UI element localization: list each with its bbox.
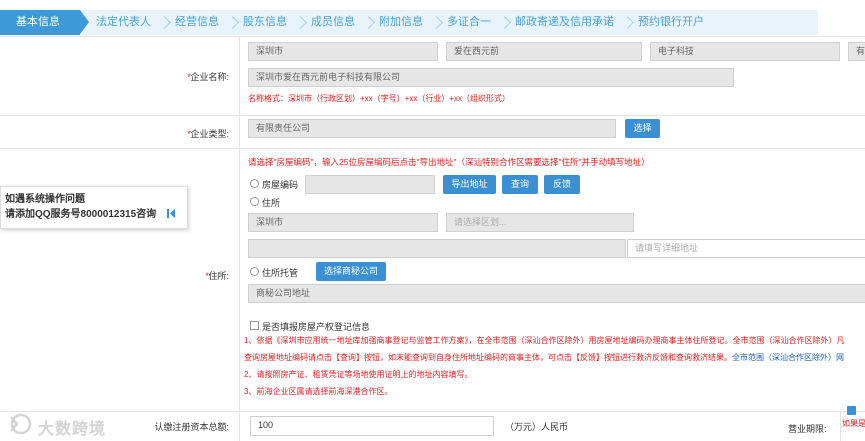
company-type-label-text: 企业类型: — [190, 129, 229, 139]
tab-label: 基本信息 — [16, 16, 60, 28]
house-code-input[interactable] — [305, 175, 435, 194]
capital-label: 认缴注册资本总额: — [154, 422, 229, 432]
residence-radio[interactable] — [250, 197, 259, 206]
company-type-label-cell: *企业类型: — [0, 116, 240, 148]
help-float-panel[interactable]: 如遇系统操作问题 请添加QQ服务号8000012315咨询 — [0, 186, 188, 229]
address-city-field: 深圳市 — [248, 213, 438, 232]
address-top-note: 请选择"房屋编码"，输入25位房屋编码后点击"导出地址"（深汕特别合作区需要选择… — [248, 157, 650, 167]
house-code-radio[interactable] — [250, 179, 259, 188]
help-line-1: 如遇系统操作问题 — [5, 194, 85, 205]
trust-radio[interactable] — [250, 267, 259, 276]
tab-bank-appointment[interactable]: 预约银行开户 — [614, 10, 704, 35]
full-company-name-field: 深圳市爱在西元前电子科技有限公司 — [248, 68, 734, 87]
notice-1: 1、依据《深圳市应用统一地址库加强商事登记与监管工作方案》，在全市范围（深汕合作… — [244, 336, 845, 345]
tab-label: 成员信息 — [311, 16, 355, 28]
tab-basic-info[interactable]: 基本信息 — [0, 10, 89, 35]
notice-1b: 查询房屋地址编码请点击【查询】按钮，如未能查询到自身住所地址编码的商事主体，可点… — [244, 352, 844, 363]
trust-label: 住所托管 — [262, 268, 299, 278]
notice-1b-blue: 全市范围（深汕合作区除外）网 — [732, 353, 844, 362]
tab-label: 多证合一 — [447, 16, 491, 28]
tab-multi-cert[interactable]: 多证合一 — [423, 10, 511, 35]
capital-input[interactable]: 100 — [250, 416, 494, 436]
feedback-button[interactable]: 反馈 — [544, 175, 580, 194]
tab-business-info[interactable]: 经营信息 — [151, 10, 239, 35]
registration-form-page: 基本信息 法定代表人 经营信息 股东信息 成员信息 附加信息 多证合一 邮政寄递… — [0, 0, 865, 441]
step-tabs: 基本信息 法定代表人 经营信息 股东信息 成员信息 附加信息 多证合一 邮政寄递… — [0, 10, 818, 35]
tab-label: 预约银行开户 — [638, 16, 704, 28]
property-checkbox-label: 是否填报房屋产权登记信息 — [262, 322, 371, 332]
company-type-row: *企业类型: 有限责任公司 选择 — [0, 115, 865, 148]
capital-row: 认缴注册资本总额: 100 （万元）人民币 营业期限: 如果是 — [0, 406, 865, 441]
term-note: 如果是 — [842, 419, 865, 428]
watermark-icon — [10, 413, 32, 435]
help-line-2: 请添加QQ服务号8000012315咨询 — [5, 209, 157, 220]
address-label: *住所: — [205, 269, 229, 282]
tab-label: 股东信息 — [243, 16, 287, 28]
company-type-field: 有限责任公司 — [248, 119, 616, 138]
tab-label: 法定代表人 — [96, 16, 151, 28]
tab-shareholder-info[interactable]: 股东信息 — [219, 10, 307, 35]
term-checkbox[interactable] — [847, 406, 856, 415]
house-code-label: 房屋编码 — [262, 180, 299, 190]
term-divider — [840, 412, 841, 441]
company-name-label-cell: *企业名称: — [0, 37, 240, 115]
notice-2: 2、请按照房产证、租赁凭证等场地使用证明上的地址内容填写。 — [244, 370, 473, 379]
name-format-hint: 名称格式：深圳市（行政区划）+xx（字号）+xx（行业）+xx（组织形式） — [248, 94, 511, 103]
tab-member-info[interactable]: 成员信息 — [287, 10, 375, 35]
name-city-field[interactable]: 深圳市 — [248, 42, 438, 61]
tab-additional-info[interactable]: 附加信息 — [355, 10, 443, 35]
tab-legal-rep[interactable]: 法定代表人 — [80, 10, 171, 35]
district-select[interactable]: 请选择区划... — [446, 213, 634, 232]
address-prefix-field — [248, 239, 626, 258]
company-name-row: *企业名称: 深圳市 爱在西元前 电子科技 有 深圳市爱在西元前电子科技有限公司… — [0, 36, 865, 115]
notice-1b-red: 查询房屋地址编码请点击【查询】按钮，如未能查询到自身住所地址编码的商事主体，可点… — [244, 353, 732, 362]
residence-label: 住所 — [262, 198, 281, 208]
watermark-text: 大数跨境 — [38, 421, 107, 438]
select-type-button[interactable]: 选择 — [625, 119, 660, 138]
tab-postal-credit[interactable]: 邮政寄递及信用承诺 — [491, 10, 634, 35]
tab-label: 附加信息 — [379, 16, 423, 28]
query-button[interactable]: 查询 — [502, 175, 538, 194]
tab-label: 邮政寄递及信用承诺 — [515, 16, 614, 28]
tab-label: 经营信息 — [175, 16, 219, 28]
export-address-button[interactable]: 导出地址 — [443, 175, 496, 194]
property-checkbox[interactable] — [250, 321, 259, 330]
address-label-text: 住所: — [208, 271, 229, 281]
company-name-label-text: 企业名称: — [190, 72, 229, 82]
notice-3: 3、前海企业区属请选择前海深港合作区。 — [244, 387, 393, 396]
company-type-label: *企业类型: — [187, 127, 229, 140]
secretary-address-field: 商秘公司地址 — [248, 284, 865, 303]
address-detail-input[interactable]: 请填写详细地址 — [627, 239, 865, 258]
company-name-label: *企业名称: — [187, 70, 229, 83]
name-industry-field[interactable]: 电子科技 — [650, 42, 840, 61]
select-secretary-button[interactable]: 选择商秘公司 — [316, 262, 386, 281]
watermark-logo: 大数跨境 — [8, 413, 118, 438]
term-label: 营业期限: — [788, 424, 827, 434]
name-brand-field[interactable]: 爱在西元前 — [446, 42, 642, 61]
name-org-form-field[interactable]: 有 — [848, 42, 865, 61]
capital-unit: （万元）人民币 — [505, 422, 569, 432]
collapse-icon[interactable] — [167, 209, 175, 218]
